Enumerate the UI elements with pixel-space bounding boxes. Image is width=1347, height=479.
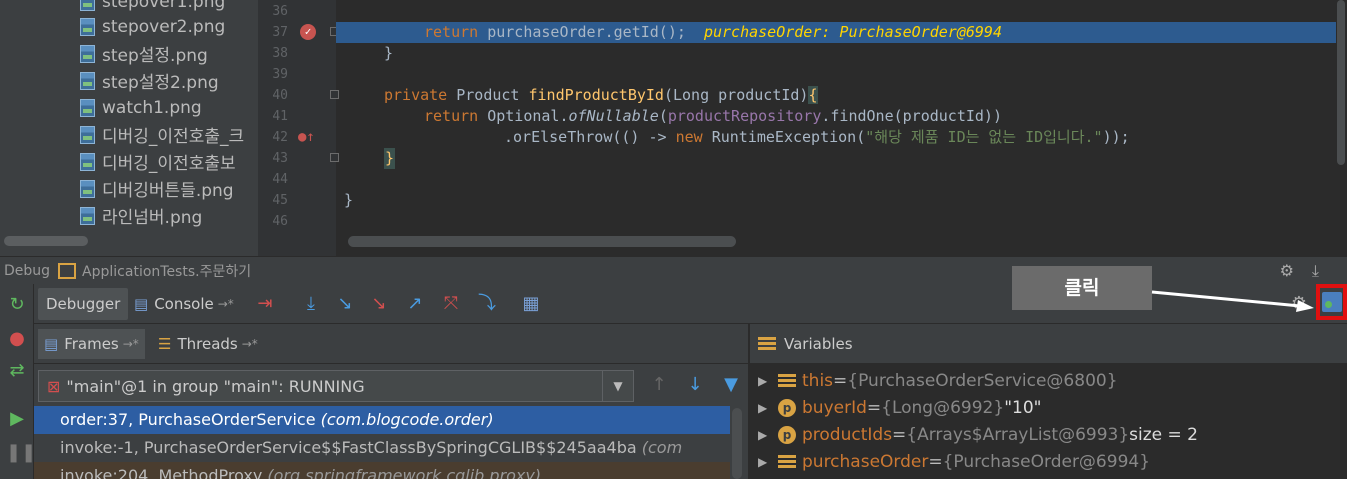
annotation-arrow bbox=[1151, 290, 1314, 312]
annotation-highlight-box bbox=[1316, 284, 1347, 320]
